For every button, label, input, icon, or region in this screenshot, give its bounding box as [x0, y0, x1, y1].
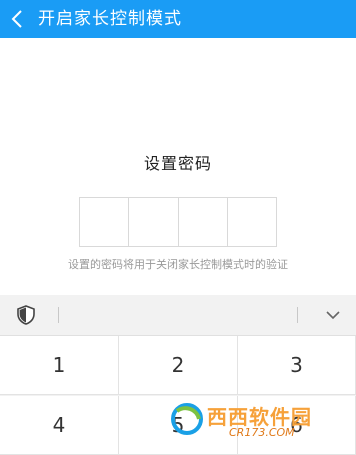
pin-digit-box[interactable]: [80, 198, 130, 246]
pin-digit-box[interactable]: [228, 198, 276, 246]
toolbar-divider: [58, 307, 59, 323]
keyboard-toolbar: [0, 295, 356, 336]
key-2[interactable]: 2: [119, 336, 238, 395]
app-header: 开启家长控制模式: [0, 0, 356, 38]
password-hint: 设置的密码将用于关闭家长控制模式时的验证: [68, 258, 288, 271]
set-password-title: 设置密码: [143, 154, 212, 173]
key-1[interactable]: 1: [0, 336, 119, 395]
watermark-logo: 西西软件园 CR173.COM: [165, 395, 356, 448]
key-4[interactable]: 4: [0, 396, 119, 455]
back-button[interactable]: [0, 0, 34, 38]
pin-digit-box[interactable]: [129, 198, 179, 246]
chevron-down-icon[interactable]: [326, 309, 340, 321]
pin-digit-box[interactable]: [179, 198, 228, 246]
page-title: 开启家长控制模式: [38, 9, 182, 29]
toolbar-divider: [297, 307, 298, 323]
shield-icon[interactable]: [16, 305, 36, 325]
chevron-left-icon: [11, 10, 22, 28]
key-3[interactable]: 3: [238, 336, 356, 395]
pin-input-row[interactable]: [79, 197, 277, 247]
watermark-swirl-icon: [171, 403, 203, 435]
watermark-subtext: CR173.COM: [229, 426, 295, 439]
